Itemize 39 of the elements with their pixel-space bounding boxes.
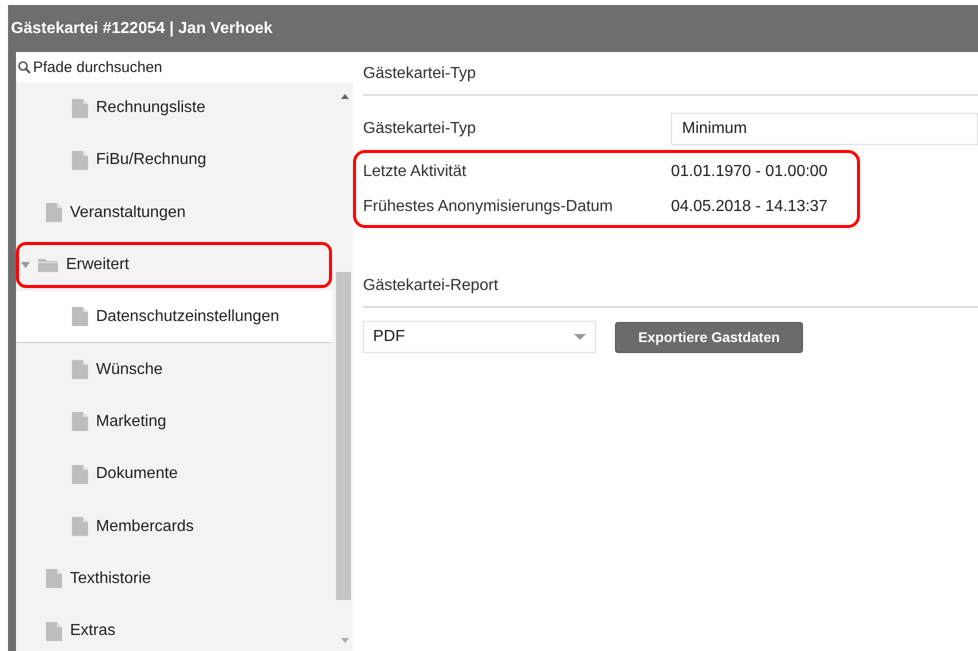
field-label: Frühestes Anonymisierungs-Datum	[363, 196, 614, 216]
tree-item[interactable]: Texthistorie	[16, 552, 332, 605]
document-icon	[46, 203, 62, 222]
section-heading: Gästekartei-Report	[363, 264, 978, 308]
document-icon	[72, 412, 88, 432]
folder-icon	[38, 258, 58, 272]
document-icon	[72, 517, 88, 536]
tree-item[interactable]: Extras	[16, 604, 332, 651]
document-icon	[46, 622, 62, 641]
tree-item[interactable]: Membercards	[16, 500, 332, 553]
section-heading: Gästekartei-Typ	[363, 52, 978, 96]
window-title: Gästekartei #122054 | Jan Verhoek	[11, 18, 273, 38]
document-icon	[72, 307, 88, 326]
tree-item[interactable]: Dokumente	[16, 448, 332, 500]
export-button[interactable]: Exportiere Gastdaten	[615, 322, 803, 352]
format-select[interactable]: PDF	[363, 321, 596, 353]
scroll-down-icon[interactable]	[341, 638, 349, 643]
tree-folder[interactable]: Erweitert	[16, 238, 332, 292]
tree-item[interactable]: Datenschutzeinstellungen	[16, 291, 332, 344]
scroll-up-icon[interactable]	[341, 94, 349, 99]
tree-item[interactable]: Rechnungsliste	[16, 82, 332, 134]
expand-arrow-icon[interactable]	[21, 262, 30, 268]
tree-item[interactable]: FiBu/Rechnung	[16, 134, 332, 187]
field-label: Gästekartei-Typ	[363, 119, 477, 139]
dropdown-arrow-icon	[574, 334, 586, 340]
field-value: 01.01.1970 - 01.00:00	[671, 162, 828, 182]
scroll-thumb[interactable]	[336, 272, 351, 600]
document-icon	[72, 464, 88, 484]
field-value: 04.05.2018 - 14.13:37	[671, 196, 828, 216]
tree-item[interactable]: Wünsche	[16, 343, 332, 396]
document-icon	[72, 98, 88, 118]
search-field[interactable]: Pfade durchsuchen	[16, 52, 353, 82]
document-icon	[46, 569, 62, 588]
document-icon	[72, 150, 88, 170]
tree-item[interactable]: Marketing	[16, 396, 332, 448]
document-icon	[72, 360, 88, 380]
type-select[interactable]: Minimum	[671, 113, 978, 145]
field-label: Letzte Aktivität	[363, 162, 468, 182]
tree-item[interactable]: Veranstaltungen	[16, 186, 332, 239]
